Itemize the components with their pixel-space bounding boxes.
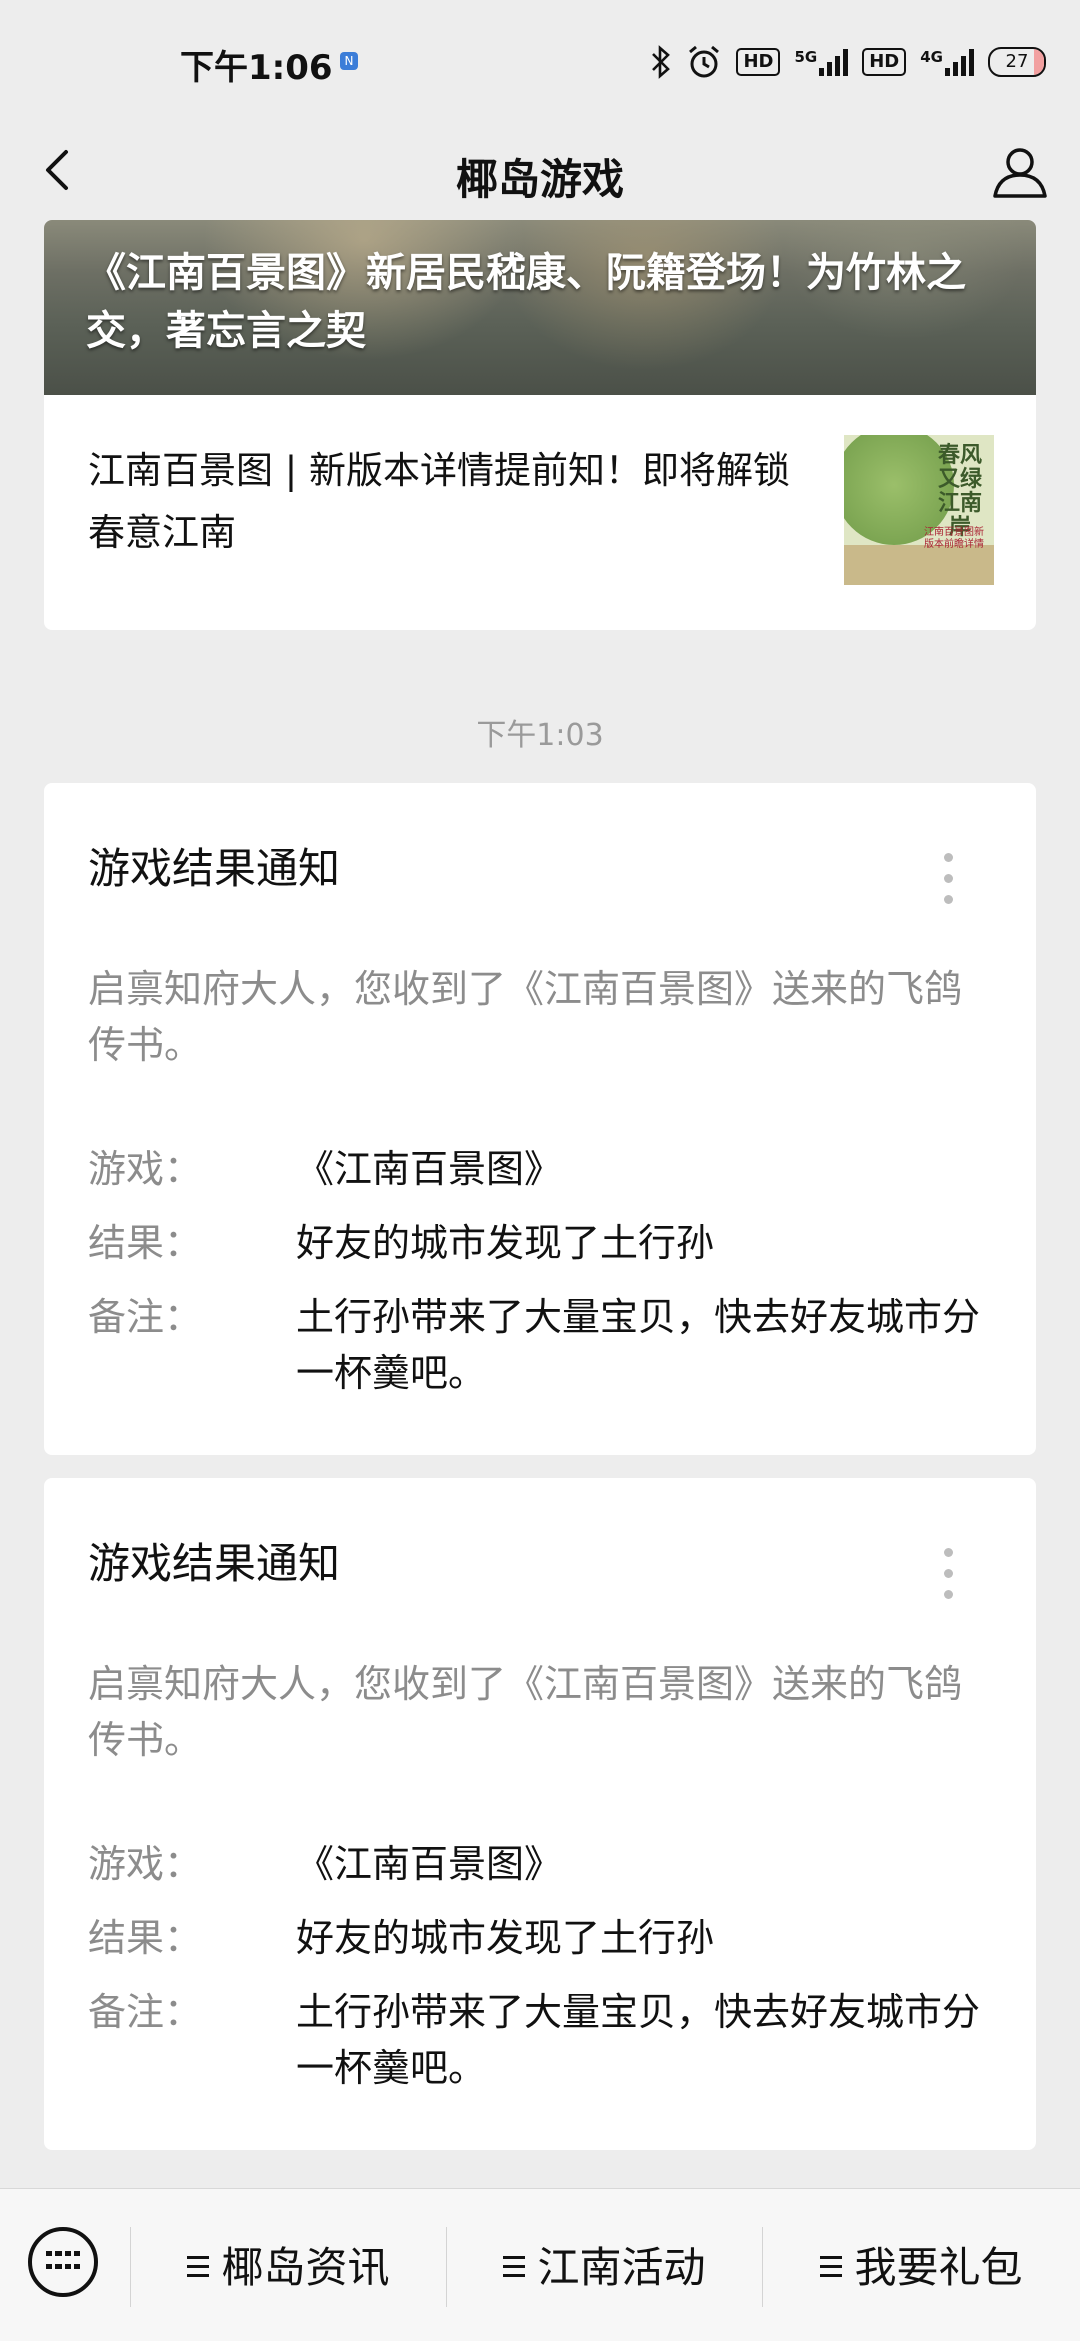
field-label: 备注： [88, 1990, 203, 2034]
thumbnail-subtitle: 江南百景图新版本前瞻详情 [924, 527, 984, 550]
notification-title: 游戏结果通知 [88, 1539, 341, 1588]
more-options-icon[interactable] [944, 1548, 954, 1604]
status-bar: 下午1:06 N HD 5G HD 4G 27 [0, 0, 1080, 120]
article-card: 《江南百景图》新居民嵇康、阮籍登场！为竹林之交，著忘言之契 江南百景图 | 新版… [44, 220, 1036, 630]
hd-badge-2: HD [862, 48, 907, 76]
field-label: 游戏： [88, 1147, 203, 1191]
thumbnail-title: 春风又绿江南岸 [937, 442, 982, 540]
more-options-icon[interactable] [944, 853, 954, 909]
article-thumbnail: 春风又绿江南岸 江南百景图新版本前瞻详情 [844, 435, 994, 585]
field-value: 《江南百景图》 [296, 1147, 563, 1191]
signal-bars-icon-2 [945, 48, 974, 76]
hd-badge: HD [736, 48, 781, 76]
bottom-menu-bar: 椰岛资讯 江南活动 我要礼包 [0, 2188, 1080, 2341]
menu-item-label: 我要礼包 [854, 2243, 1023, 2292]
profile-icon[interactable] [990, 142, 1050, 202]
field-value: 《江南百景图》 [296, 1842, 563, 1886]
notification-card[interactable]: 游戏结果通知 启禀知府大人，您收到了《江南百景图》送来的飞鸽传书。 游戏： 《江… [44, 783, 1036, 1455]
network-4g-label: 4G [920, 48, 943, 66]
menu-item-label: 椰岛资讯 [221, 2243, 390, 2292]
thumbnail-ground [844, 545, 994, 585]
keyboard-icon[interactable] [28, 2227, 98, 2297]
signal-5g: 5G [794, 48, 849, 76]
banner-title: 《江南百景图》新居民嵇康、阮籍登场！为竹林之交，著忘言之契 [86, 250, 966, 354]
signal-bars-icon [819, 48, 849, 76]
field-value: 好友的城市发现了土行孙 [296, 1916, 715, 1960]
alarm-icon [689, 45, 720, 78]
nav-bar: 椰岛游戏 [0, 120, 1080, 220]
field-label: 备注： [88, 1295, 203, 1339]
article-banner[interactable]: 《江南百景图》新居民嵇康、阮籍登场！为竹林之交，著忘言之契 [44, 220, 1036, 395]
page-title: 椰岛游戏 [455, 155, 624, 204]
menu-icon [503, 2255, 526, 2278]
menu-item-activities[interactable]: 江南活动 [447, 2233, 762, 2303]
nfc-icon: N [340, 52, 358, 70]
signal-4g: 4G [920, 48, 974, 76]
field-label: 结果： [88, 1221, 203, 1265]
battery-level: 27 [1005, 51, 1029, 72]
menu-item-gift[interactable]: 我要礼包 [763, 2233, 1080, 2303]
notification-title: 游戏结果通知 [88, 844, 341, 893]
sub-article-title: 江南百景图 | 新版本详情提前知！即将解锁春意江南 [88, 449, 790, 554]
notification-intro: 启禀知府大人，您收到了《江南百景图》送来的飞鸽传书。 [88, 967, 963, 1067]
field-value: 土行孙带来了大量宝贝，快去好友城市分一杯羹吧。 [296, 1990, 981, 2090]
field-label: 结果： [88, 1916, 203, 1960]
notification-card[interactable]: 游戏结果通知 启禀知府大人，您收到了《江南百景图》送来的飞鸽传书。 游戏： 《江… [44, 1478, 1036, 2150]
field-value: 土行孙带来了大量宝贝，快去好友城市分一杯羹吧。 [296, 1295, 981, 1395]
notification-intro: 启禀知府大人，您收到了《江南百景图》送来的飞鸽传书。 [88, 1662, 963, 1762]
status-time: 下午1:06 [180, 48, 333, 88]
field-label: 游戏： [88, 1842, 203, 1886]
network-5g-label: 5G [794, 48, 818, 66]
article-sub-item[interactable]: 江南百景图 | 新版本详情提前知！即将解锁春意江南 春风又绿江南岸 江南百景图新… [44, 395, 1036, 630]
menu-item-news[interactable]: 椰岛资讯 [131, 2233, 446, 2303]
menu-icon [820, 2255, 843, 2278]
message-timestamp: 下午1:03 [476, 718, 604, 753]
field-value: 好友的城市发现了土行孙 [296, 1221, 715, 1265]
menu-item-label: 江南活动 [537, 2243, 706, 2292]
battery-icon: 27 [988, 47, 1046, 77]
menu-icon [187, 2255, 210, 2278]
status-icons: HD 5G HD 4G 27 [650, 40, 1046, 84]
bluetooth-icon [652, 45, 671, 79]
